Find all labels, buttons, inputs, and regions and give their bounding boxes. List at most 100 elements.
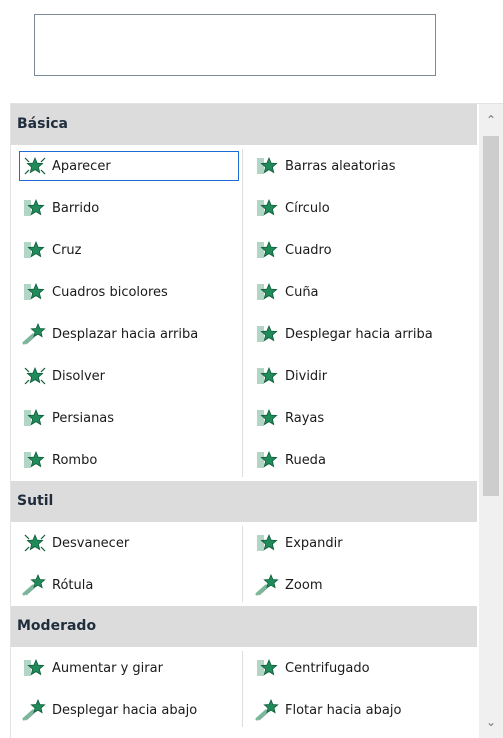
star-fade-icon bbox=[22, 532, 48, 554]
shooting-star-icon bbox=[22, 323, 48, 345]
star-diamond-icon bbox=[22, 449, 48, 471]
item-frame: Cuadro bbox=[252, 235, 472, 265]
item-frame: Flotar hacia abajo bbox=[252, 695, 472, 725]
item-frame: Desplegar hacia abajo bbox=[19, 695, 239, 725]
vertical-scrollbar[interactable]: ⌃ ⌄ bbox=[479, 104, 503, 738]
selection-frame: Aparecer bbox=[19, 151, 239, 181]
star-blinds-icon bbox=[22, 407, 48, 429]
effect-label: Desplegar hacia abajo bbox=[52, 702, 198, 718]
item-frame: Dividir bbox=[252, 361, 472, 391]
group-header: Básica bbox=[11, 104, 477, 145]
effect-item[interactable]: Círculo bbox=[242, 187, 477, 229]
effect-item[interactable]: Desvanecer bbox=[11, 522, 242, 564]
effect-item[interactable]: Flotar hacia abajo bbox=[242, 689, 477, 731]
effect-label: Zoom bbox=[285, 577, 323, 593]
effect-label: Rótula bbox=[52, 577, 94, 593]
effect-label: Círculo bbox=[285, 200, 330, 216]
effect-preview-box bbox=[34, 14, 436, 76]
shooting-star-icon bbox=[255, 699, 281, 721]
effect-item[interactable]: Cuadro bbox=[242, 229, 477, 271]
star-circle-icon bbox=[255, 197, 281, 219]
effect-label: Cuña bbox=[285, 284, 319, 300]
effect-item[interactable]: Rueda bbox=[242, 439, 477, 481]
effect-label: Desplegar hacia arriba bbox=[285, 326, 433, 342]
effect-item[interactable]: Aparecer bbox=[11, 145, 242, 187]
effect-grid: Aumentar y girar Centrifugado Desplegar ha… bbox=[11, 647, 477, 731]
item-frame: Disolver bbox=[19, 361, 239, 391]
effect-item[interactable]: Desplegar hacia arriba bbox=[242, 313, 477, 355]
effects-list[interactable]: Básica Aparecer Barras aleatorias Barrido Cí… bbox=[10, 103, 503, 738]
item-frame: Persianas bbox=[19, 403, 239, 433]
item-frame: Desvanecer bbox=[19, 528, 239, 558]
item-frame: Rombo bbox=[19, 445, 239, 475]
item-frame: Desplegar hacia arriba bbox=[252, 319, 472, 349]
effect-label: Desplazar hacia arriba bbox=[52, 326, 199, 342]
item-frame: Desplazar hacia arriba bbox=[19, 319, 239, 349]
scrollbar-thumb[interactable] bbox=[483, 136, 499, 496]
effect-label: Cuadros bicolores bbox=[52, 284, 168, 300]
effect-item[interactable]: Expandir bbox=[242, 522, 477, 564]
effect-item[interactable]: Aumentar y girar bbox=[11, 647, 242, 689]
item-frame: Rayas bbox=[252, 403, 472, 433]
star-unfold-icon bbox=[255, 323, 281, 345]
star-stripes-icon bbox=[255, 407, 281, 429]
item-frame: Rueda bbox=[252, 445, 472, 475]
effect-item[interactable]: Disolver bbox=[11, 355, 242, 397]
effect-label: Barrido bbox=[52, 200, 100, 216]
effect-item[interactable]: Zoom bbox=[242, 564, 477, 606]
effect-item[interactable]: Cruz bbox=[11, 229, 242, 271]
shooting-star-icon bbox=[22, 699, 48, 721]
shooting-star-icon bbox=[22, 574, 48, 596]
effect-label: Cruz bbox=[52, 242, 82, 258]
effect-item[interactable]: Desplegar hacia abajo bbox=[11, 689, 242, 731]
scroll-up-arrow-icon[interactable]: ⌃ bbox=[479, 108, 503, 132]
effect-item[interactable]: Desplazar hacia arriba bbox=[11, 313, 242, 355]
effect-item[interactable]: Rótula bbox=[11, 564, 242, 606]
effect-item[interactable]: Persianas bbox=[11, 397, 242, 439]
effect-label: Cuadro bbox=[285, 242, 332, 258]
item-frame: Círculo bbox=[252, 193, 472, 223]
effect-label: Dividir bbox=[285, 368, 328, 384]
item-frame: Expandir bbox=[252, 528, 472, 558]
star-wheel-icon bbox=[255, 449, 281, 471]
effect-grid: Desvanecer Expandir Rótula Zoom bbox=[11, 522, 477, 606]
effect-item[interactable]: Centrifugado bbox=[242, 647, 477, 689]
effect-item[interactable]: Dividir bbox=[242, 355, 477, 397]
effect-label: Persianas bbox=[52, 410, 115, 426]
effect-label: Rayas bbox=[285, 410, 325, 426]
item-frame: Barras aleatorias bbox=[252, 151, 472, 181]
effect-label: Expandir bbox=[285, 535, 343, 551]
star-grow-turn-icon bbox=[22, 657, 48, 679]
star-checkerboard-icon bbox=[22, 281, 48, 303]
effect-item[interactable]: Rombo bbox=[11, 439, 242, 481]
effect-label: Flotar hacia abajo bbox=[285, 702, 402, 718]
item-frame: Barrido bbox=[19, 193, 239, 223]
effect-label: Barras aleatorias bbox=[285, 158, 396, 174]
item-frame: Centrifugado bbox=[252, 653, 472, 683]
effect-label: Disolver bbox=[52, 368, 105, 384]
effect-label: Centrifugado bbox=[285, 660, 370, 676]
item-frame: Cuadros bicolores bbox=[19, 277, 239, 307]
effect-item[interactable]: Cuña bbox=[242, 271, 477, 313]
star-expand-icon bbox=[255, 532, 281, 554]
item-frame: Cuña bbox=[252, 277, 472, 307]
effects-list-body: Básica Aparecer Barras aleatorias Barrido Cí… bbox=[11, 104, 477, 738]
scroll-down-arrow-icon[interactable]: ⌄ bbox=[479, 710, 503, 734]
star-dissolve-icon bbox=[22, 365, 48, 387]
item-frame: Rótula bbox=[19, 570, 239, 600]
effect-label: Rombo bbox=[52, 452, 98, 468]
group-header: Moderado bbox=[11, 606, 477, 647]
effect-label: Rueda bbox=[285, 452, 326, 468]
group-header: Sutil bbox=[11, 481, 477, 522]
effect-grid: Aparecer Barras aleatorias Barrido Círculo C… bbox=[11, 145, 477, 481]
star-wedge-icon bbox=[255, 281, 281, 303]
effect-item[interactable]: Cuadros bicolores bbox=[11, 271, 242, 313]
item-frame: Aumentar y girar bbox=[19, 653, 239, 683]
effect-item[interactable]: Rayas bbox=[242, 397, 477, 439]
item-frame: Zoom bbox=[252, 570, 472, 600]
effect-item[interactable]: Barrido bbox=[11, 187, 242, 229]
star-spin-icon bbox=[255, 657, 281, 679]
effect-item[interactable]: Barras aleatorias bbox=[242, 145, 477, 187]
effect-label: Aumentar y girar bbox=[52, 660, 163, 676]
effect-label: Desvanecer bbox=[52, 535, 130, 551]
